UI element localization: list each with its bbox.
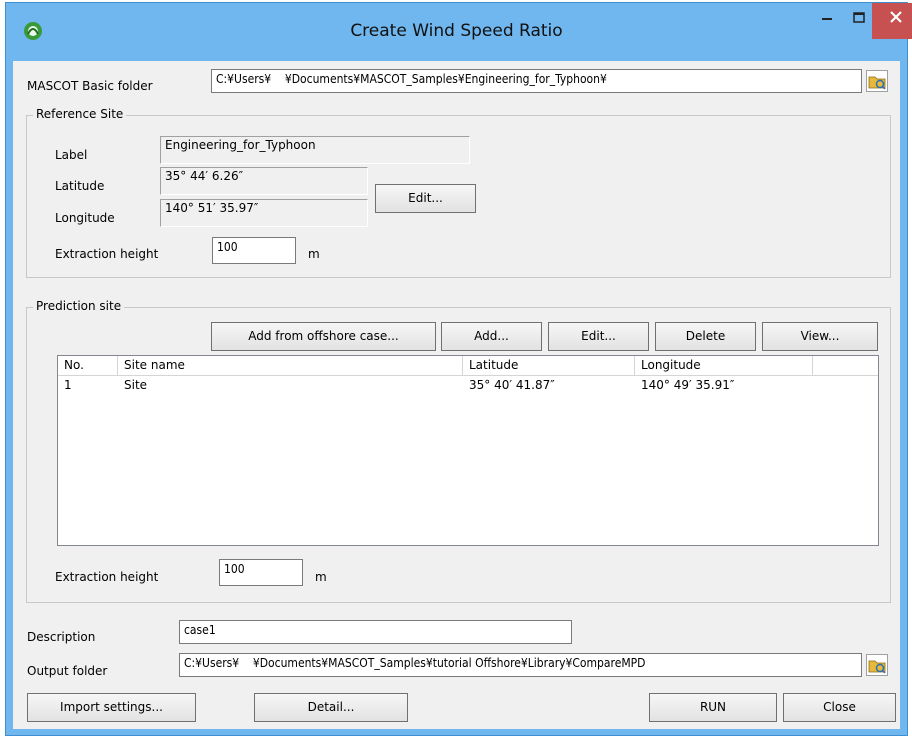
close-icon[interactable] bbox=[872, 3, 912, 39]
window-title: Create Wind Speed Ratio bbox=[350, 21, 563, 41]
add-site-button[interactable]: Add... bbox=[441, 322, 542, 351]
basic-folder-field[interactable]: C:¥Users¥ ¥Documents¥MASCOT_Samples¥Engi… bbox=[211, 69, 862, 93]
ref-latitude-caption: Latitude bbox=[55, 179, 105, 193]
close-button[interactable]: Close bbox=[783, 693, 896, 722]
prediction-site-table[interactable]: No. Site name Latitude Longitude 1 Site … bbox=[57, 355, 879, 546]
import-settings-button[interactable]: Import settings... bbox=[27, 693, 196, 722]
column-header-filler bbox=[813, 356, 878, 375]
row-latitude: 35° 40′ 41.87″ bbox=[469, 378, 555, 392]
pred-extraction-input[interactable]: 100 bbox=[219, 559, 303, 586]
table-header: No. Site name Latitude Longitude bbox=[58, 356, 878, 376]
pred-extraction-caption: Extraction height bbox=[55, 570, 159, 584]
row-site-name: Site bbox=[124, 378, 148, 392]
prediction-site-title: Prediction site bbox=[33, 299, 125, 313]
ref-longitude-value: 140° 51′ 35.97″ bbox=[160, 199, 368, 227]
column-header-no[interactable]: No. bbox=[58, 356, 118, 375]
basic-folder-label: MASCOT Basic folder bbox=[27, 79, 153, 93]
pred-extraction-unit: m bbox=[315, 570, 327, 584]
folder-browse-icon[interactable] bbox=[866, 654, 888, 676]
run-button[interactable]: RUN bbox=[649, 693, 777, 722]
ref-extraction-caption: Extraction height bbox=[55, 247, 159, 261]
row-no: 1 bbox=[64, 378, 72, 392]
ref-extraction-unit: m bbox=[308, 247, 320, 261]
ref-edit-button[interactable]: Edit... bbox=[375, 184, 476, 213]
output-folder-field[interactable]: C:¥Users¥ ¥Documents¥MASCOT_Samples¥tuto… bbox=[179, 653, 862, 677]
minimize-icon[interactable] bbox=[810, 3, 844, 39]
column-header-longitude[interactable]: Longitude bbox=[635, 356, 813, 375]
column-header-site-name[interactable]: Site name bbox=[118, 356, 463, 375]
title-bar[interactable]: Create Wind Speed Ratio bbox=[6, 3, 912, 61]
table-row[interactable]: 1 Site 35° 40′ 41.87″ 140° 49′ 35.91″ bbox=[58, 376, 878, 394]
description-label: Description bbox=[27, 630, 96, 644]
edit-site-button[interactable]: Edit... bbox=[548, 322, 649, 351]
detail-button[interactable]: Detail... bbox=[254, 693, 408, 722]
ref-label-caption: Label bbox=[55, 148, 88, 162]
ref-extraction-input[interactable]: 100 bbox=[212, 237, 296, 264]
description-input[interactable]: case1 bbox=[179, 620, 572, 644]
reference-site-title: Reference Site bbox=[33, 107, 127, 121]
folder-browse-icon[interactable] bbox=[866, 70, 888, 92]
output-folder-label: Output folder bbox=[27, 664, 108, 678]
dialog-window: Create Wind Speed Ratio MASCOT Basic fol… bbox=[5, 2, 912, 736]
dialog-client-area: MASCOT Basic folder C:¥Users¥ ¥Documents… bbox=[13, 61, 900, 729]
maximize-icon[interactable] bbox=[844, 3, 874, 39]
column-header-latitude[interactable]: Latitude bbox=[463, 356, 635, 375]
delete-site-button[interactable]: Delete bbox=[655, 322, 756, 351]
row-longitude: 140° 49′ 35.91″ bbox=[641, 378, 735, 392]
ref-latitude-value: 35° 44′ 6.26″ bbox=[160, 167, 368, 195]
view-site-button[interactable]: View... bbox=[762, 322, 878, 351]
add-from-offshore-button[interactable]: Add from offshore case... bbox=[211, 322, 436, 351]
ref-longitude-caption: Longitude bbox=[55, 211, 115, 225]
ref-label-value: Engineering_for_Typhoon bbox=[160, 136, 470, 164]
